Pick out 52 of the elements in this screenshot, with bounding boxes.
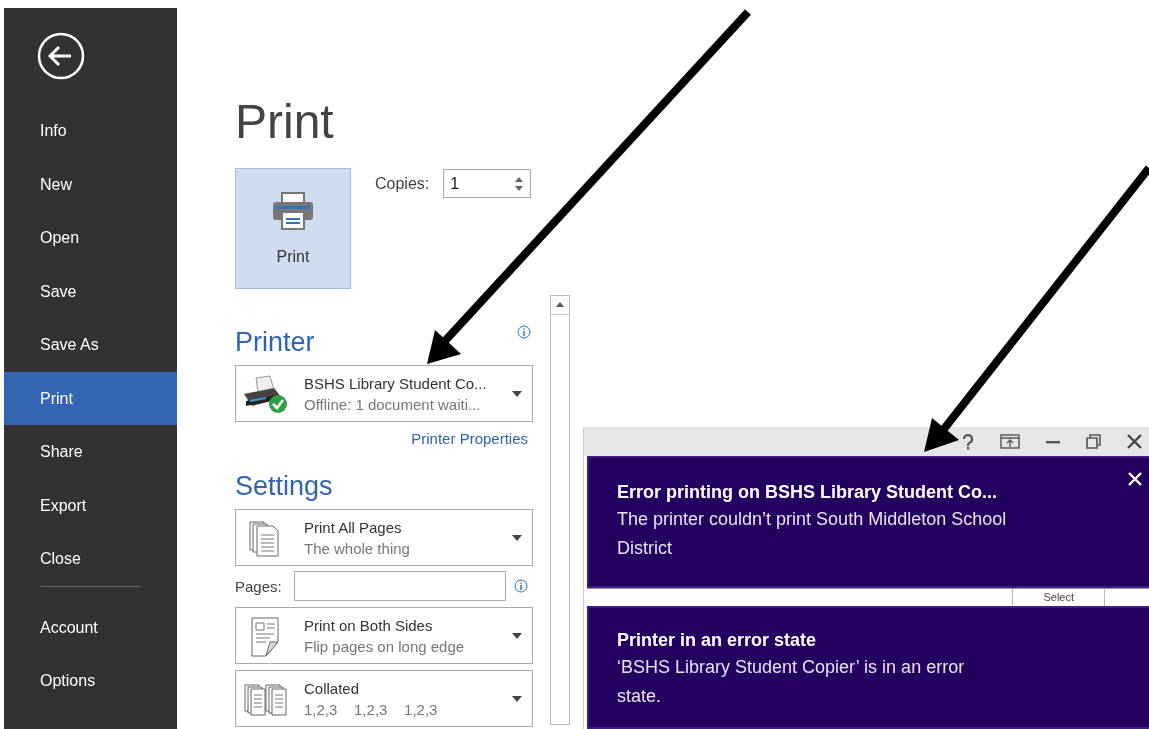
caret-icon [512, 695, 522, 702]
scrollbar[interactable] [550, 295, 570, 725]
section-heading: Settings [235, 470, 334, 503]
pages-label: Pages: [235, 577, 282, 595]
menu-item[interactable]: New [4, 157, 177, 211]
notification-toast[interactable]: Printer in an error state ‘BSHS Library Student Copier’ is in an error state. [587, 606, 1149, 729]
settings-dropdown[interactable]: Collated 1,2,3 1,2,3 1,2,3 [235, 670, 533, 727]
option-title: Print on Both Sides [304, 616, 434, 634]
printer-dropdown[interactable]: BSHS Library Student Co... Offline: 1 document waiti... [235, 365, 533, 422]
copies-spinner[interactable]: 1 [443, 169, 532, 198]
minimize-icon[interactable] [1046, 439, 1060, 444]
print-button[interactable]: Print [235, 168, 351, 289]
caret-icon [512, 390, 522, 397]
copies-label: Copies: [375, 175, 430, 193]
printer-name: BSHS Library Student Co... [304, 374, 488, 392]
notification-message: The printer couldn’t print South Middleton School District [617, 508, 1007, 560]
option-title: Print All Pages [304, 518, 403, 536]
info-icon[interactable] [517, 325, 531, 339]
option-title: Collated [304, 679, 361, 697]
info-icon[interactable] [513, 579, 528, 593]
menu-item[interactable]: Save [4, 264, 177, 318]
menu-item[interactable]: Open [4, 211, 177, 265]
ribbon-display-icon[interactable] [1000, 434, 1020, 449]
restore-icon[interactable] [1086, 434, 1101, 449]
back-icon[interactable] [37, 32, 85, 80]
pages-field[interactable] [293, 571, 506, 601]
menu-item[interactable]: Account [4, 600, 177, 654]
option-subtitle: The whole thing [304, 539, 411, 557]
printer-properties-link[interactable]: Printer Properties [411, 430, 528, 447]
menu-item[interactable]: Save As [4, 318, 177, 372]
printer-icon [272, 191, 314, 230]
option-subtitle: 1,2,3 1,2,3 1,2,3 [304, 700, 439, 718]
menu-item[interactable]: Info [4, 104, 177, 158]
option-subtitle: Flip pages on long edge [304, 637, 466, 655]
printer-status: Offline: 1 document waiti... [304, 395, 482, 413]
settings-dropdown[interactable]: Print on Both Sides Flip pages on long edge [235, 607, 533, 664]
notification-message: ‘BSHS Library Student Copier’ is in an error state. [617, 656, 966, 708]
section-heading: Printer [235, 326, 315, 359]
notification-title: Printer in an error state [617, 630, 818, 651]
settings-dropdown[interactable]: Print All Pages The whole thing [235, 509, 533, 566]
caret-icon [512, 534, 522, 541]
notification-title: Error printing on BSHS Library Student Co... [617, 482, 998, 503]
menu-item[interactable]: Print [4, 371, 177, 425]
notification-toast[interactable]: Error printing on BSHS Library Student Co... The printer couldn’t print South Middleton School District [587, 456, 1149, 588]
close-icon[interactable] [1127, 434, 1142, 449]
menu-item[interactable]: Export [4, 478, 177, 532]
help-icon[interactable] [962, 433, 974, 450]
caret-icon [512, 632, 522, 639]
menu-item[interactable]: Options [4, 654, 177, 708]
menu-item[interactable]: Close [4, 532, 177, 586]
page-title: Print [235, 94, 335, 150]
menu-item[interactable]: Share [4, 425, 177, 479]
